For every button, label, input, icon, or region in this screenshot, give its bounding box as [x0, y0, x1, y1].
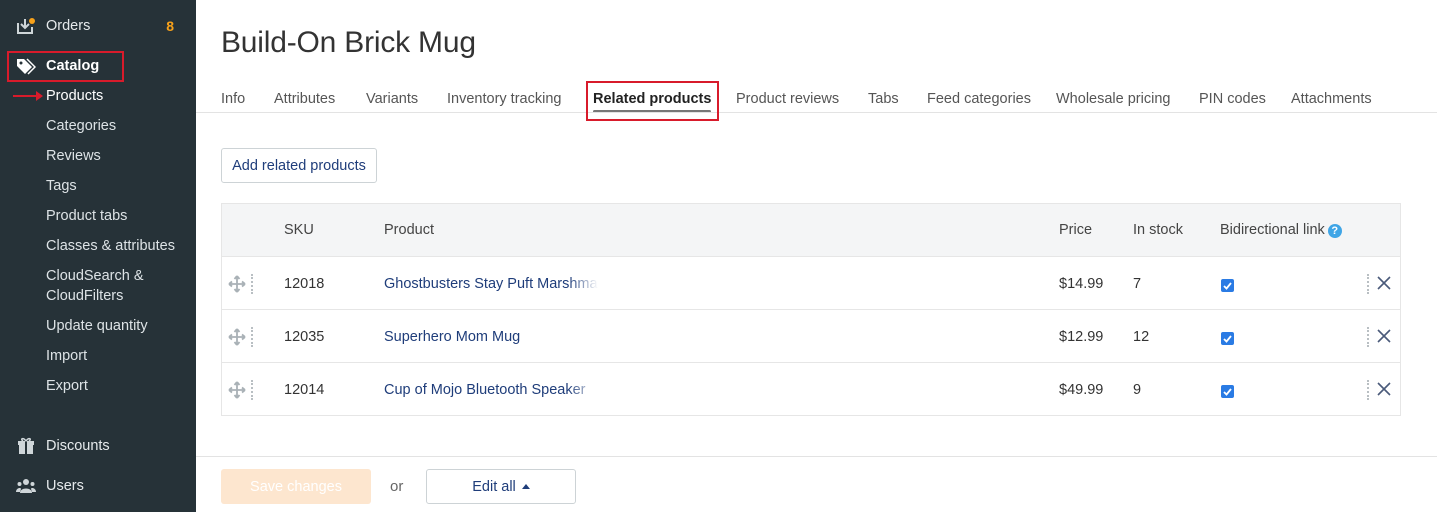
check-icon	[1223, 387, 1232, 396]
header-product: Product	[384, 222, 434, 238]
row-sku: 12014	[284, 382, 325, 398]
table-header: SKU Product Price In stock Bidirectional…	[222, 204, 1400, 257]
sidebar-item-discounts[interactable]: Discounts	[0, 431, 196, 461]
edit-all-button[interactable]: Edit all	[426, 469, 576, 504]
header-in-stock: In stock	[1133, 222, 1183, 238]
sidebar-item-cloudfilters[interactable]: CloudFilters	[46, 286, 123, 306]
sidebar-item-export[interactable]: Export	[46, 376, 88, 396]
tab-feed-categories[interactable]: Feed categories	[927, 91, 1031, 107]
row-divider	[251, 380, 253, 400]
check-icon	[1223, 281, 1232, 290]
header-bidirectional-label: Bidirectional link	[1220, 222, 1325, 238]
related-products-table: SKU Product Price In stock Bidirectional…	[221, 203, 1401, 416]
row-price: $49.99	[1059, 382, 1104, 398]
sidebar-item-label: Orders	[46, 18, 91, 34]
footer-divider	[196, 456, 1437, 457]
tab-tabs[interactable]: Tabs	[868, 91, 899, 107]
row-product-name[interactable]: Ghostbusters Stay Puft Marshmallow	[384, 276, 598, 292]
sidebar-item-update-quantity[interactable]: Update quantity	[46, 316, 148, 336]
page-title: Build-On Brick Mug	[221, 26, 476, 59]
sidebar-item-label: Users	[46, 478, 84, 494]
red-arrow-annotation	[13, 91, 43, 101]
row-product-link[interactable]: Cup of Mojo Bluetooth Speaker	[384, 382, 598, 398]
tab-wholesale-pricing[interactable]: Wholesale pricing	[1056, 91, 1170, 107]
drag-handle-icon[interactable]	[228, 381, 246, 399]
sidebar-item-product-tabs[interactable]: Product tabs	[46, 206, 127, 226]
sidebar-item-classes-attributes[interactable]: Classes & attributes	[46, 236, 175, 256]
tab-inventory-tracking[interactable]: Inventory tracking	[447, 91, 561, 107]
row-actions-divider	[1367, 380, 1369, 400]
remove-row-icon[interactable]	[1376, 328, 1392, 344]
sidebar-item-label: Discounts	[46, 438, 110, 454]
tab-variants[interactable]: Variants	[366, 91, 418, 107]
bidirectional-checkbox[interactable]	[1221, 385, 1234, 398]
users-icon	[16, 477, 36, 495]
check-icon	[1223, 334, 1232, 343]
sidebar-item-orders[interactable]: Orders 8	[0, 11, 196, 41]
row-price: $14.99	[1059, 276, 1104, 292]
row-sku: 12018	[284, 276, 325, 292]
tab-attributes[interactable]: Attributes	[274, 91, 335, 107]
bidirectional-checkbox[interactable]	[1221, 279, 1234, 292]
row-actions-divider	[1367, 274, 1369, 294]
row-product-link[interactable]: Ghostbusters Stay Puft Marshmallow	[384, 276, 598, 292]
drag-handle-icon[interactable]	[228, 328, 246, 346]
caret-up-icon	[521, 484, 530, 489]
remove-row-icon[interactable]	[1376, 381, 1392, 397]
orders-icon	[16, 17, 36, 35]
sidebar-item-import[interactable]: Import	[46, 346, 87, 366]
catalog-highlight-box	[7, 51, 124, 82]
tab-pin-codes[interactable]: PIN codes	[1199, 91, 1266, 107]
table-row: 12014 Cup of Mojo Bluetooth Speaker $49.…	[222, 363, 1400, 416]
row-product-link[interactable]: Superhero Mom Mug	[384, 329, 598, 345]
row-stock: 7	[1133, 276, 1142, 292]
row-actions-divider	[1367, 327, 1369, 347]
row-stock: 12	[1133, 329, 1150, 345]
row-sku: 12035	[284, 329, 325, 345]
help-icon[interactable]: ?	[1327, 224, 1342, 238]
row-price: $12.99	[1059, 329, 1104, 345]
tabs-divider	[196, 112, 1437, 113]
add-related-products-button[interactable]: Add related products	[221, 148, 377, 183]
related-products-highlight-box	[586, 81, 719, 121]
header-bidirectional-link: Bidirectional link?	[1220, 222, 1342, 238]
row-divider	[251, 327, 253, 347]
sidebar-item-cloudsearch[interactable]: CloudSearch &	[46, 266, 144, 286]
sidebar-item-reviews[interactable]: Reviews	[46, 146, 101, 166]
gift-icon	[16, 437, 36, 455]
row-divider	[251, 274, 253, 294]
tab-product-reviews[interactable]: Product reviews	[736, 91, 839, 107]
drag-handle-icon[interactable]	[228, 275, 246, 293]
tab-attachments[interactable]: Attachments	[1291, 91, 1372, 107]
table-row: 12035 Superhero Mom Mug $12.99 12	[222, 310, 1400, 363]
save-changes-button[interactable]: Save changes	[221, 469, 371, 504]
sidebar-item-categories[interactable]: Categories	[46, 116, 116, 136]
header-price: Price	[1059, 222, 1093, 238]
table-row: 12018 Ghostbusters Stay Puft Marshmallow…	[222, 257, 1400, 310]
or-label: or	[390, 478, 404, 495]
row-product-name[interactable]: Superhero Mom Mug	[384, 329, 520, 345]
orders-count-badge: 8	[166, 18, 174, 34]
header-sku: SKU	[284, 222, 314, 238]
sidebar-item-products[interactable]: Products	[46, 86, 103, 106]
sidebar-item-tags[interactable]: Tags	[46, 176, 77, 196]
sidebar-item-users[interactable]: Users	[0, 471, 196, 501]
product-tabs: Info Attributes Variants Inventory track…	[221, 86, 1437, 113]
bidirectional-checkbox[interactable]	[1221, 332, 1234, 345]
sidebar: Orders 8 Catalog Products Categories Rev…	[0, 0, 196, 512]
row-stock: 9	[1133, 382, 1142, 398]
row-product-name[interactable]: Cup of Mojo Bluetooth Speaker	[384, 382, 586, 398]
edit-all-label: Edit all	[472, 478, 516, 495]
remove-row-icon[interactable]	[1376, 275, 1392, 291]
tab-info[interactable]: Info	[221, 91, 245, 107]
